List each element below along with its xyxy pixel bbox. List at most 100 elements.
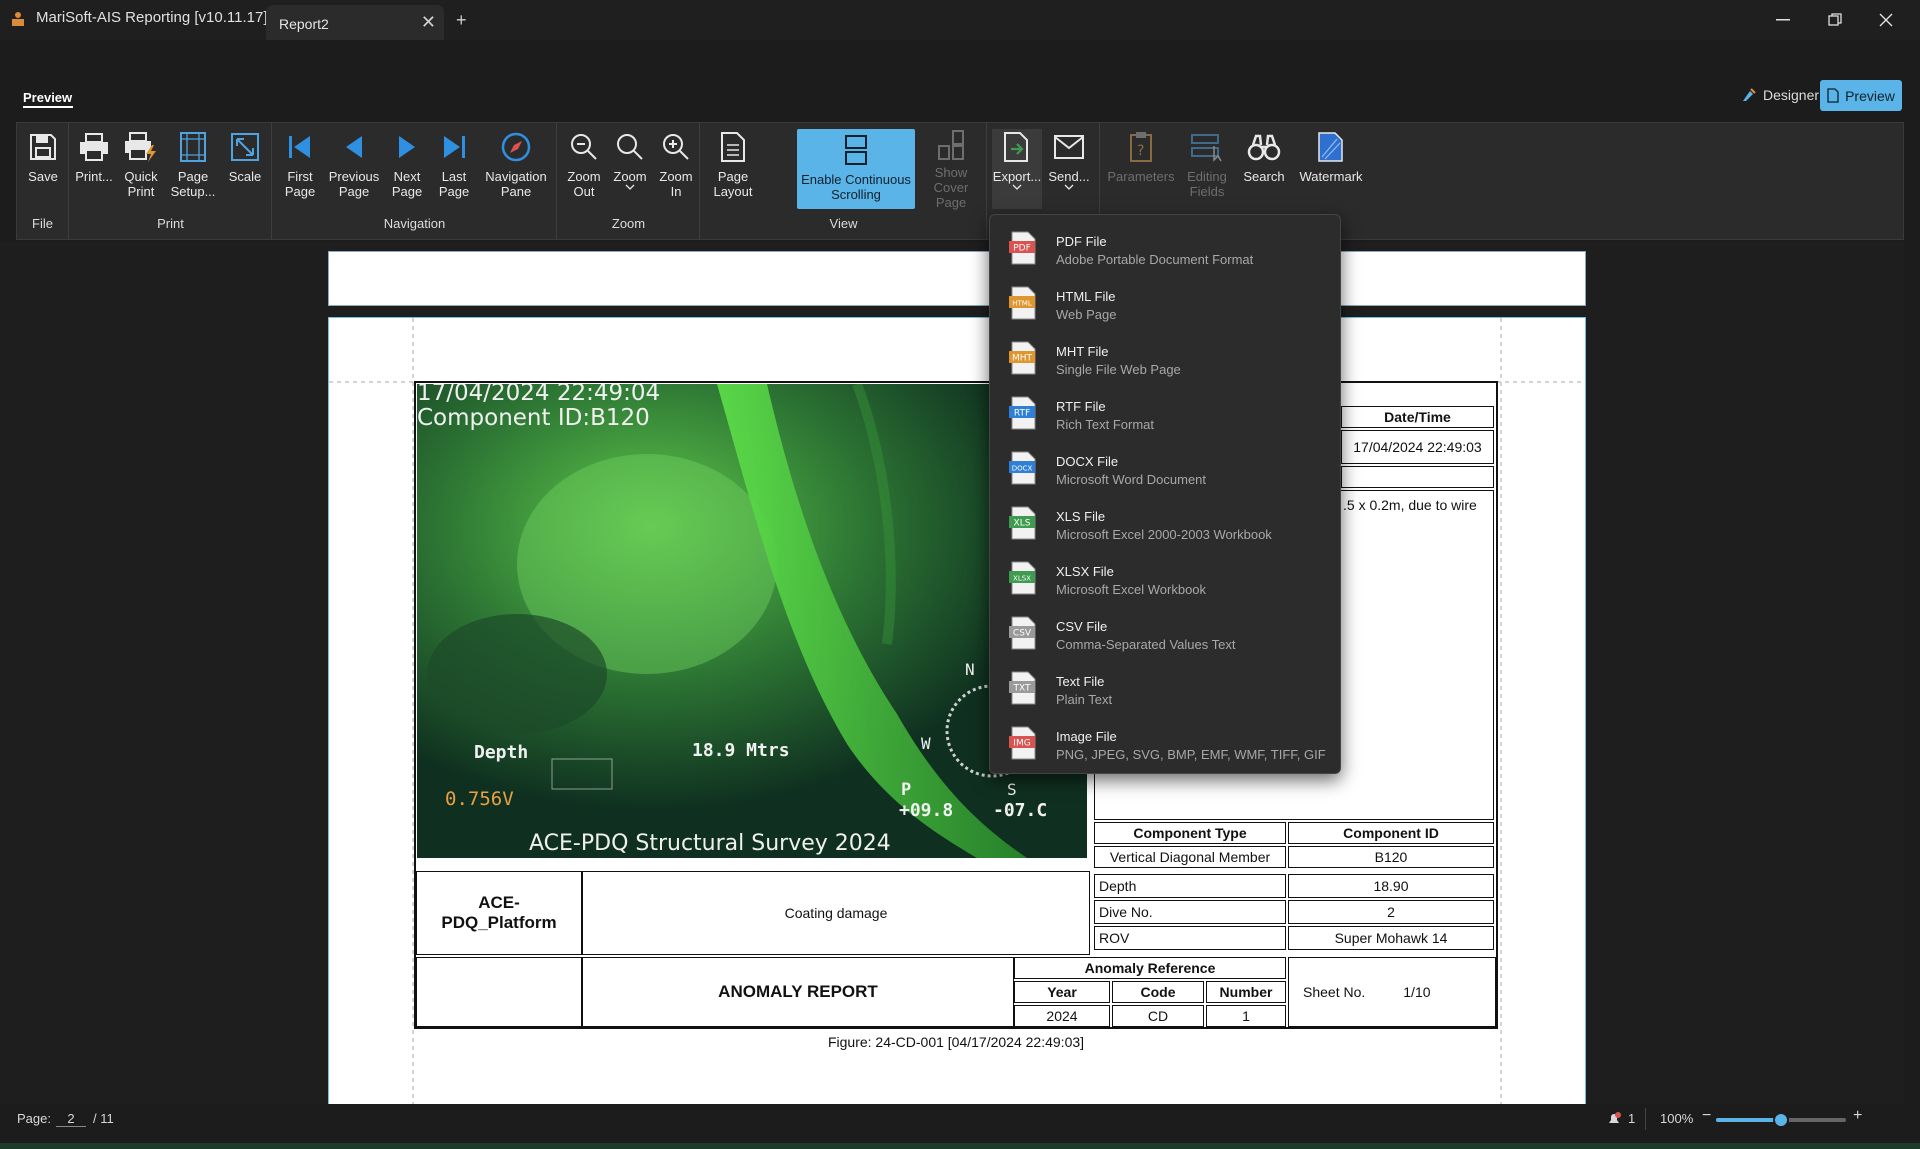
export-item-description: Microsoft Excel 2000-2003 Workbook [1056,527,1272,542]
send-button[interactable]: Send... [1044,129,1094,209]
tab-preview[interactable]: Preview [23,90,72,105]
print-label: Print... [75,169,113,184]
page-number-input[interactable]: 2 [56,1111,86,1127]
next-page-icon [399,136,415,158]
minimize-icon [1776,19,1790,21]
taskbar-edge [0,1143,1920,1149]
export-item-title: XLS File [1056,509,1106,524]
dive-label: Dive No. [1094,900,1286,924]
page-layout-icon [721,132,745,162]
export-item-img[interactable]: IMG Image File PNG, JPEG, SVG, BMP, EMF, W… [990,716,1340,771]
zoom-in-label-1: Zoom [659,169,693,184]
editing-fields-button[interactable]: Editing Fields [1179,129,1235,209]
watermark-label: Watermark [1299,169,1363,184]
export-item-docx[interactable]: DOCX DOCX File Microsoft Word Document [990,441,1340,496]
component-id-header: Component ID [1288,822,1494,844]
search-button[interactable]: Search [1237,129,1291,209]
export-badge: IMG [1013,739,1030,749]
export-item-pdf[interactable]: PDF PDF File Adobe Portable Document Forma… [990,221,1340,276]
scale-button[interactable]: Scale [222,129,268,209]
new-tab-button[interactable]: + [456,10,467,31]
editing-fields-label-1: Editing [1187,169,1227,184]
vertical-scrollbar[interactable] [1904,242,1920,1104]
zoom-in-plus-icon[interactable]: + [1853,1107,1862,1125]
export-item-xls[interactable]: XLS XLS File Microsoft Excel 2000-2003 Wor… [990,496,1340,551]
previous-page-icon [346,136,362,158]
zoom-label: Zoom [613,169,647,184]
export-item-description: Comma-Separated Values Text [1056,637,1236,652]
zoom-in-button[interactable]: Zoom In [654,129,698,209]
save-button[interactable]: Save [19,129,67,209]
next-page-button[interactable]: Next Page [385,129,429,209]
close-window-button[interactable] [1866,6,1906,34]
close-tab-icon[interactable]: ✕ [421,11,436,33]
previous-page-button[interactable]: Previous Page [325,129,383,209]
zoom-out-button[interactable]: Zoom Out [562,129,606,209]
group-zoom-label: Zoom [611,216,646,231]
export-item-title: Text File [1056,674,1105,689]
anomaly-reference-header: Anomaly Reference [1014,957,1286,979]
zoom-slider-thumb[interactable] [1773,1112,1789,1128]
export-item-csv[interactable]: CSV CSV File Comma-Separated Values Text [990,606,1340,661]
ribbon-header [0,40,1920,118]
app-title: MariSoft-AIS Reporting [v10.11.17] [36,9,268,26]
zoom-out-minus-icon[interactable]: − [1702,1107,1711,1125]
last-page-icon [444,136,465,158]
export-item-mht[interactable]: MHT MHT File Single File Web Page [990,331,1340,386]
previous-page-label-2: Page [338,184,370,199]
export-item-txt[interactable]: TXT Text File Plain Text [990,661,1340,716]
preview-mode-button[interactable]: Preview [1820,80,1902,111]
zoom-out-icon [571,134,597,160]
datetime-spacer [1341,466,1494,488]
navigation-pane-label-1: Navigation [485,169,547,184]
first-page-button[interactable]: First Page [277,129,323,209]
rtf-icon: RTF [1009,396,1036,430]
export-item-rtf[interactable]: RTF RTF File Rich Text Format [990,386,1340,441]
document-tab[interactable]: Report2 ✕ [266,5,444,40]
export-button[interactable]: Export... [992,129,1042,209]
parameters-button[interactable]: ? Parameters [1105,129,1177,209]
page-setup-button[interactable]: Page Setup... [166,129,220,209]
print-button[interactable]: Print... [72,129,116,209]
export-item-title: DOCX File [1056,454,1119,469]
export-item-title: CSV File [1056,619,1108,634]
status-divider [1645,1108,1646,1130]
enable-continuous-scrolling-button[interactable]: Enable Continuous Scrolling [797,129,915,209]
document-tab-label: Report2 [279,16,329,32]
first-page-label-1: First [287,169,313,184]
show-cover-page-label-2: Page [935,195,967,210]
osd-component: Component ID:B120 [417,405,650,431]
export-item-html[interactable]: HTML HTML File Web Page [990,276,1340,331]
group-view-label: View [829,216,858,231]
last-page-button[interactable]: Last Page [431,129,477,209]
watermark-button[interactable]: Watermark [1293,129,1369,209]
page-layout-label-2: Layout [713,184,753,199]
first-page-icon [289,136,310,158]
quick-print-label-2: Print [127,184,155,199]
group-view: Page Layout Enable Continuous Scrolling … [701,123,987,239]
xlsx-icon: XLSX [1009,561,1036,595]
restore-button[interactable] [1815,6,1855,34]
chevron-down-icon [1064,184,1074,190]
navigation-pane-button[interactable]: Navigation Pane [479,129,553,209]
export-item-description: Adobe Portable Document Format [1056,252,1254,267]
figure-caption: Figure: 24-CD-001 [04/17/2024 22:49:03] [827,1034,1085,1050]
export-item-xlsx[interactable]: XLSX XLSX File Microsoft Excel Workbook [990,551,1340,606]
designer-mode-button[interactable]: Designer [1733,80,1827,110]
export-badge: XLS [1014,519,1031,529]
quick-print-button[interactable]: Quick Print [118,129,164,209]
continuous-scrolling-label-2: Scrolling [831,187,881,202]
zoom-dropdown-button[interactable]: Zoom [608,129,652,209]
platform-line-2: PDQ_Platform [441,913,557,932]
export-item-title: HTML File [1056,289,1116,304]
xls-icon: XLS [1009,506,1036,540]
bell-icon[interactable] [1606,1111,1622,1127]
osd-r-value: -07.C [993,800,1048,821]
last-page-label-1: Last [441,169,467,184]
show-cover-page-button[interactable]: Show Cover Page [917,129,985,210]
zoom-slider-track[interactable] [1716,1112,1846,1128]
last-page-label-2: Page [438,184,470,199]
minimize-button[interactable] [1763,6,1803,34]
group-navigation-label: Navigation [383,216,446,231]
page-layout-button[interactable]: Page Layout [705,129,761,209]
